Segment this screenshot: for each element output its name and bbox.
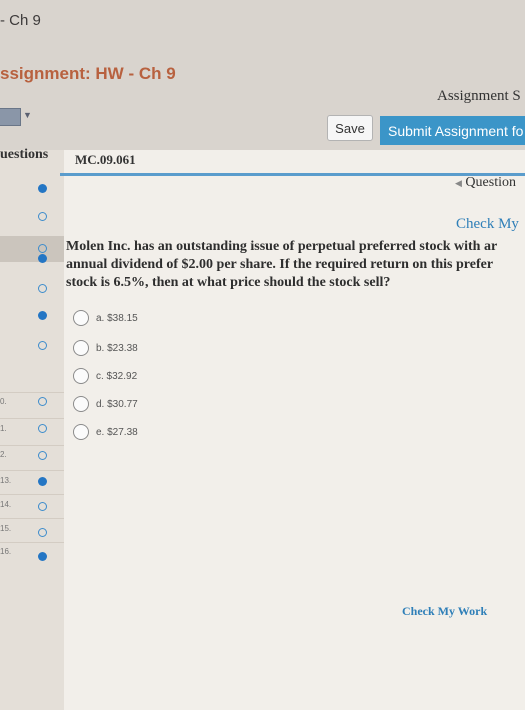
question-status-dot[interactable] — [38, 184, 47, 193]
calculator-icon[interactable] — [0, 108, 21, 126]
radio-button[interactable] — [73, 396, 89, 412]
check-my-work-link-top[interactable]: Check My — [456, 216, 519, 233]
row-divider — [0, 542, 64, 543]
assignment-score-label: Assignment S — [437, 88, 521, 104]
answer-choice-a[interactable]: a. $38.15 — [73, 310, 138, 326]
answer-choice-c[interactable]: c. $32.92 — [73, 368, 137, 384]
row-divider — [0, 418, 64, 419]
question-nav[interactable]: ◀ Question — [455, 175, 516, 191]
question-list-column — [0, 150, 65, 710]
question-status-dot[interactable] — [38, 424, 47, 433]
assignment-heading: ssignment: HW - Ch 9 — [0, 64, 176, 83]
radio-button[interactable] — [73, 310, 89, 326]
tab-title: - Ch 9 — [0, 12, 41, 29]
choice-label[interactable]: a. $38.15 — [96, 313, 138, 324]
save-button[interactable]: Save — [327, 115, 373, 141]
row-divider — [0, 392, 64, 393]
questions-column-header: uestions — [0, 147, 49, 162]
question-number[interactable]: 1. — [0, 424, 7, 433]
question-status-dot[interactable] — [38, 311, 47, 320]
choice-label[interactable]: c. $32.92 — [96, 371, 137, 382]
chevron-left-icon[interactable]: ◀ — [455, 178, 462, 188]
choice-label[interactable]: b. $23.38 — [96, 343, 138, 354]
radio-button[interactable] — [73, 368, 89, 384]
question-status-dot[interactable] — [38, 502, 47, 511]
chevron-down-icon[interactable]: ▼ — [23, 110, 32, 120]
question-status-dot[interactable] — [38, 212, 47, 221]
submit-assignment-button[interactable]: Submit Assignment fo — [380, 116, 525, 145]
row-divider — [0, 470, 64, 471]
row-divider — [0, 445, 64, 446]
question-code: MC.09.061 — [75, 152, 136, 167]
question-number[interactable]: 15. — [0, 524, 11, 533]
question-status-dot[interactable] — [38, 397, 47, 406]
question-number[interactable]: 14. — [0, 500, 11, 509]
question-number[interactable]: 13. — [0, 476, 11, 485]
answer-choice-e[interactable]: e. $27.38 — [73, 424, 138, 440]
radio-button[interactable] — [73, 340, 89, 356]
question-status-dot[interactable] — [38, 341, 47, 350]
question-nav-label[interactable]: Question — [465, 175, 516, 190]
row-divider — [0, 494, 64, 495]
radio-button[interactable] — [73, 424, 89, 440]
question-text-line: stock is 6.5%, then at what price should… — [66, 275, 391, 290]
question-status-dot[interactable] — [38, 254, 47, 263]
question-status-dot[interactable] — [38, 552, 47, 561]
question-number[interactable]: 2. — [0, 450, 7, 459]
row-divider — [0, 518, 64, 519]
question-status-dot[interactable] — [38, 244, 47, 253]
answer-choice-d[interactable]: d. $30.77 — [73, 396, 138, 412]
question-text-line: Molen Inc. has an outstanding issue of p… — [66, 239, 498, 254]
choice-label[interactable]: e. $27.38 — [96, 427, 138, 438]
question-number[interactable]: 0. — [0, 397, 7, 406]
check-my-work-button[interactable]: Check My Work — [402, 604, 487, 619]
question-text: Molen Inc. has an outstanding issue of p… — [66, 238, 525, 292]
answer-choice-b[interactable]: b. $23.38 — [73, 340, 138, 356]
question-status-dot[interactable] — [38, 477, 47, 486]
question-text-line: annual dividend of $2.00 per share. If t… — [66, 257, 494, 272]
choice-label[interactable]: d. $30.77 — [96, 399, 138, 410]
question-number[interactable]: 16. — [0, 547, 11, 556]
question-status-dot[interactable] — [38, 528, 47, 537]
current-question-highlight — [0, 236, 64, 262]
question-status-dot[interactable] — [38, 451, 47, 460]
question-status-dot[interactable] — [38, 284, 47, 293]
